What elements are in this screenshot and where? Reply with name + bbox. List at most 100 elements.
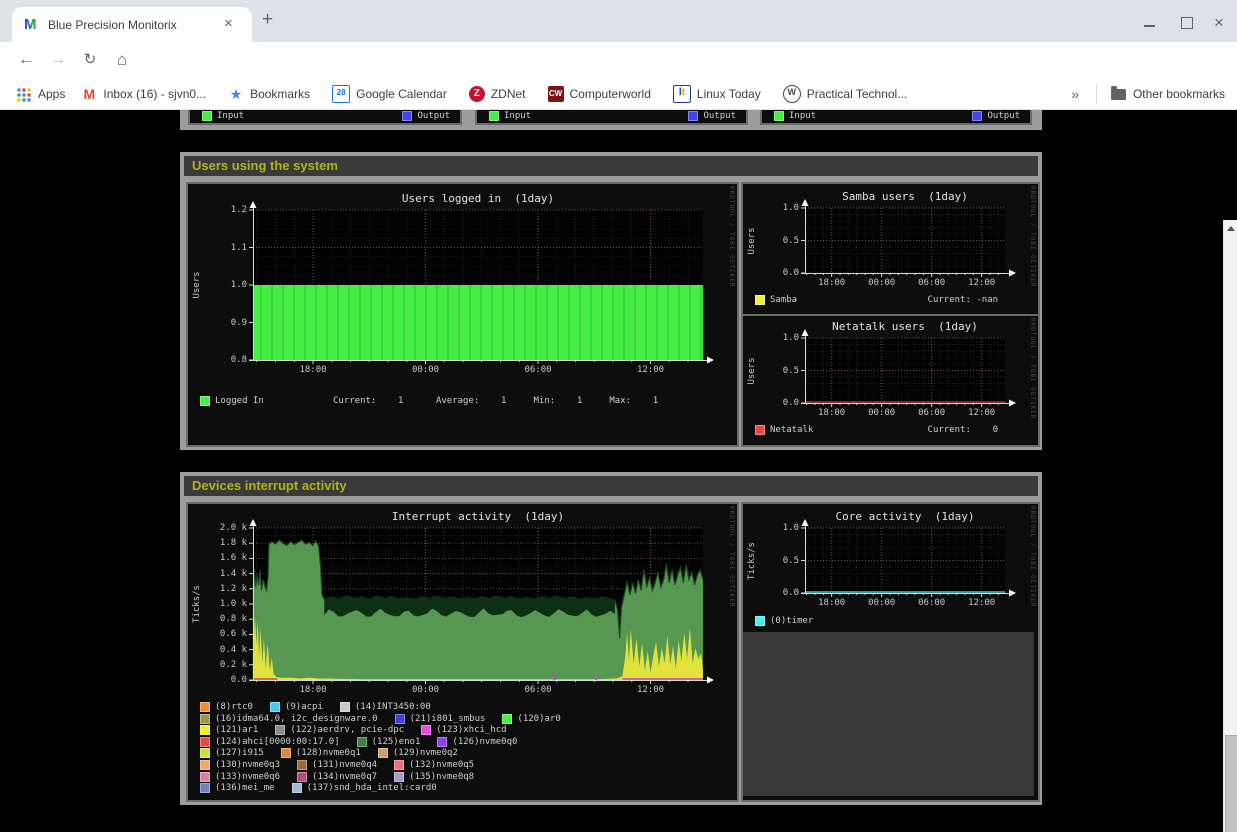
y-tick-label: 0.6 k [205, 629, 247, 639]
chart-legend-row: (124)ahci[0000:00:17.0](125)eno1(126)nvm… [200, 737, 534, 747]
legend-label: (21)i801_smbus [410, 714, 486, 724]
chart-title: Netatalk users (1day) [832, 320, 978, 333]
legend-input: Input [489, 110, 531, 122]
y-tick-label: 1.4 k [205, 569, 247, 579]
chart-samba[interactable]: Samba users (1day)Users1.00.50.018:0000:… [741, 182, 1040, 316]
zdnet-icon: Z [469, 86, 485, 102]
y-tick-label: 0.0 [757, 398, 799, 408]
truncated-chart-panel-3[interactable]: InputOutput [760, 110, 1032, 125]
window-maximize-button[interactable] [1172, 13, 1202, 33]
section-users: Users using the system Users logged in (… [180, 152, 1042, 450]
chart-title: Samba users (1day) [842, 190, 968, 203]
bookmark-item[interactable]: ltLinux Today [673, 85, 761, 103]
bookmark-apps[interactable]: Apps [16, 86, 65, 102]
bookmarks-overflow-chevron[interactable]: » [1071, 86, 1079, 102]
bookmark-item[interactable]: CWComputerworld [548, 85, 651, 103]
truncated-chart-panel-2[interactable]: Input Output [475, 110, 748, 125]
legend-swatch [755, 295, 765, 305]
y-tick-label: 0.5 [757, 556, 799, 566]
chart-legend-row: (8)rtc0(9)acpi(14)INT3450:00 [200, 702, 448, 712]
legend-item: (122)aerdrv, pcie-dpc [275, 725, 404, 735]
legend-label: (127)i915 [215, 748, 264, 758]
legend-label: (132)nvme0q5 [409, 760, 474, 770]
truncated-chart-panel-1[interactable]: InputOutput [188, 110, 462, 125]
y-tick-label: 1.0 [757, 333, 799, 343]
legend-item: (125)eno1 [357, 737, 421, 747]
legend-input: Input [202, 110, 244, 122]
window-minimize-button[interactable] [1134, 13, 1164, 33]
chart-legend: SambaCurrent: -nan [755, 295, 1030, 305]
bookmark-item[interactable]: 28Google Calendar [332, 85, 447, 103]
y-tick-label: 2.0 k [205, 523, 247, 533]
window-close-button[interactable]: × [1204, 13, 1234, 33]
legend-label: (124)ahci[0000:00:17.0] [215, 737, 340, 747]
y-tick-label: 1.2 [205, 205, 247, 215]
bookmark-item[interactable]: M Inbox (16) - sjvn0... [81, 85, 206, 103]
forward-icon[interactable]: → [46, 42, 70, 78]
y-tick-label: 0.5 [757, 366, 799, 376]
legend-label: (130)nvme0q3 [215, 760, 280, 770]
y-tick-label: 0.2 k [205, 660, 247, 670]
legend-item: (14)INT3450:00 [340, 702, 431, 712]
legend-label: (133)nvme0q6 [215, 772, 280, 782]
bookmark-item[interactable]: WPractical Technol... [783, 85, 908, 103]
wordpress-icon: W [783, 85, 801, 103]
legend-swatch [378, 748, 388, 758]
browser-tab[interactable]: MM Blue Precision Monitorix × [12, 7, 252, 42]
reload-icon[interactable]: ↻ [78, 42, 102, 78]
scrollbar-thumb[interactable] [1225, 735, 1237, 832]
legend-swatch [394, 772, 404, 782]
cw-icon: CW [548, 86, 564, 102]
chart-interrupt[interactable]: Interrupt activity (1day)Ticks/s2.0 k1.8… [186, 502, 739, 802]
legend-swatch [394, 760, 404, 770]
chart-legend-row: (136)mei_me(137)snd_hda_intel:card0 [200, 783, 454, 793]
legend-current: Current: 0 [928, 425, 998, 435]
chart-users[interactable]: Users logged in (1day)Users1.21.11.00.90… [186, 182, 739, 447]
chart-legend: Logged InCurrent: 1 Average: 1 Min: 1 Ma… [200, 396, 729, 406]
scroll-up-arrow-icon[interactable] [1227, 226, 1235, 231]
y-axis-label: Users [192, 271, 202, 298]
y-tick-label: 0.8 [205, 355, 247, 365]
legend-label: (128)nvme0q1 [296, 748, 361, 758]
legend-item: (9)acpi [270, 702, 323, 712]
x-tick-label: 12:00 [960, 408, 1004, 418]
x-tick-label: 00:00 [404, 685, 448, 695]
back-icon[interactable]: ← [14, 42, 38, 78]
tab-close-icon[interactable]: × [224, 15, 233, 32]
gmail-icon: M [81, 86, 97, 102]
x-tick-label: 06:00 [910, 598, 954, 608]
chart-core[interactable]: Core activity (1day)Ticks/s1.00.50.018:0… [741, 502, 1040, 802]
y-tick-label: 0.0 [757, 588, 799, 598]
legend-label: (122)aerdrv, pcie-dpc [290, 725, 404, 735]
bookmark-label: Apps [38, 87, 65, 101]
x-tick-label: 12:00 [629, 365, 673, 375]
legend-item: (120)ar0 [502, 714, 560, 724]
other-bookmarks-label: Other bookmarks [1133, 87, 1225, 101]
apps-grid-icon [16, 86, 32, 102]
y-tick-label: 0.0 [757, 268, 799, 278]
bookmark-label: Inbox (16) - sjvn0... [103, 87, 206, 101]
chart-legend: (0)timer [755, 616, 813, 626]
y-tick-label: 1.0 [757, 523, 799, 533]
page-content: InputOutputInputOutputInputOutput Users … [0, 110, 1237, 832]
y-tick-label: 0.0 [205, 675, 247, 685]
new-tab-button[interactable]: + [262, 9, 273, 31]
legend-current: Current: -nan [928, 295, 998, 305]
other-bookmarks[interactable]: Other bookmarks [1096, 84, 1225, 104]
legend-item: (132)nvme0q5 [394, 760, 474, 770]
legend-output: Output [688, 110, 736, 122]
x-tick-label: 12:00 [960, 598, 1004, 608]
x-tick-label: 00:00 [860, 408, 904, 418]
legend-swatch [292, 783, 302, 793]
bookmark-item[interactable]: ★Bookmarks [228, 85, 310, 103]
home-icon[interactable]: ⌂ [110, 42, 134, 78]
x-tick-label: 00:00 [860, 598, 904, 608]
monitorix-favicon-icon: MM [24, 17, 40, 33]
legend-item: (133)nvme0q6 [200, 772, 280, 782]
scrollbar[interactable] [1223, 220, 1237, 832]
y-axis-label: Ticks/s [192, 585, 202, 623]
bookmark-item[interactable]: ZZDNet [469, 85, 526, 103]
x-tick-label: 06:00 [910, 408, 954, 418]
legend-label: (120)ar0 [517, 714, 560, 724]
chart-netatalk[interactable]: Netatalk users (1day)Users1.00.50.018:00… [741, 314, 1040, 447]
